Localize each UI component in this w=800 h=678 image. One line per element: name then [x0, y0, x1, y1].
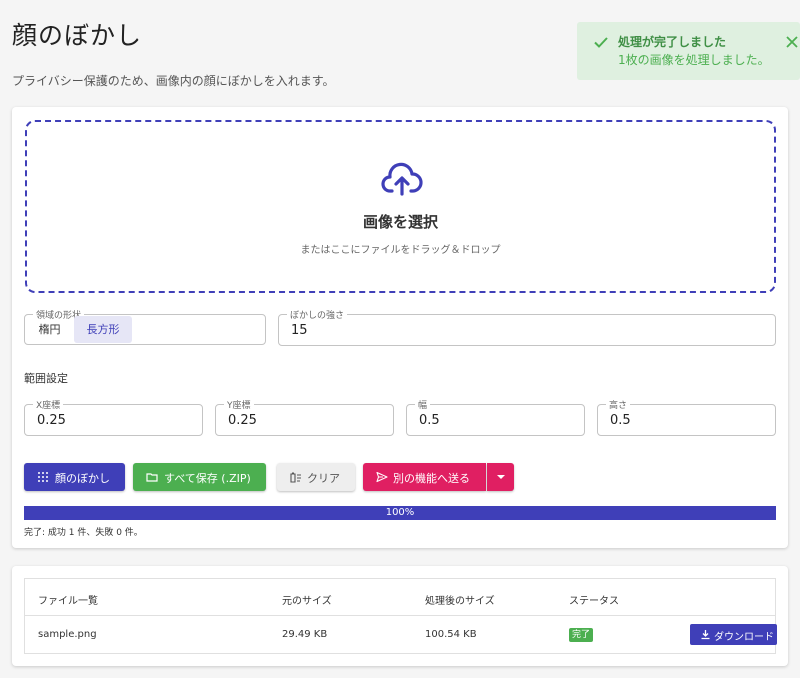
strength-label: ぼかしの強さ — [287, 308, 348, 321]
download-icon — [701, 630, 710, 640]
face-blur-button[interactable]: 顔のぼかし — [24, 463, 125, 491]
toast-title: 処理が完了しました — [618, 35, 727, 49]
row-file-name: sample.png — [38, 629, 97, 640]
settings-card: 画像を選択 またはここにファイルをドラッグ＆ドロップ 領域の形状 楕円 長方形 … — [12, 107, 788, 548]
row-original-size: 29.49 KB — [282, 629, 328, 640]
send-to-feature-label: 別の機能へ送る — [393, 472, 470, 485]
cloud-upload-icon — [381, 162, 423, 196]
upload-title: 画像を選択 — [362, 213, 438, 231]
width-input[interactable]: 幅 0.5 — [406, 398, 585, 436]
status-badge: 完了 — [569, 628, 594, 642]
x-coordinate-input[interactable]: X座標 0.25 — [24, 398, 203, 436]
progress-bar: 100% — [24, 506, 776, 520]
save-all-zip-label: すべて保存 (.ZIP) — [164, 472, 251, 485]
upload-hint: またはここにファイルをドラッグ＆ドロップ — [300, 245, 501, 256]
x-coordinate-value: 0.25 — [37, 413, 66, 428]
chevron-down-icon — [497, 475, 505, 479]
range-settings-label: 範囲設定 — [24, 372, 68, 385]
height-input[interactable]: 高さ 0.5 — [597, 398, 776, 436]
height-label: 高さ — [606, 398, 631, 411]
blur-grid-icon — [38, 472, 48, 482]
header-file-list: ファイル一覧 — [38, 596, 98, 607]
send-options-dropdown[interactable] — [487, 463, 514, 491]
header-processed-size: 処理後のサイズ — [425, 596, 495, 607]
download-button-label: ダウンロード — [714, 632, 774, 643]
progress-text: 100% — [385, 507, 415, 518]
send-to-feature-button[interactable]: 別の機能へ送る — [363, 463, 486, 491]
results-card: ファイル一覧 元のサイズ 処理後のサイズ ステータス sample.png 29… — [12, 566, 788, 666]
shape-option-rectangle[interactable]: 長方形 — [74, 316, 132, 343]
strength-value: 15 — [291, 323, 308, 338]
table-divider — [25, 615, 775, 616]
shape-selector: 領域の形状 楕円 長方形 — [24, 308, 266, 345]
y-coordinate-input[interactable]: Y座標 0.25 — [215, 398, 394, 436]
toast-message: 1枚の画像を処理しました。 — [618, 53, 770, 67]
y-coordinate-label: Y座標 — [224, 398, 254, 411]
check-icon — [594, 37, 608, 48]
page-subtitle: プライバシー保護のため、画像内の顔にぼかしを入れます。 — [12, 74, 335, 88]
clear-button[interactable]: クリア — [277, 463, 355, 491]
download-button[interactable]: ダウンロード — [690, 624, 777, 645]
folder-icon — [146, 473, 158, 482]
header-original-size: 元のサイズ — [282, 596, 332, 607]
shape-option-ellipse[interactable]: 楕円 — [26, 316, 73, 343]
face-blur-button-label: 顔のぼかし — [55, 472, 110, 485]
row-processed-size: 100.54 KB — [425, 629, 477, 640]
y-coordinate-value: 0.25 — [228, 413, 257, 428]
x-coordinate-label: X座標 — [33, 398, 64, 411]
page-title: 顔のぼかし — [12, 21, 143, 50]
blur-strength-input[interactable]: ぼかしの強さ 15 — [278, 308, 776, 346]
width-value: 0.5 — [419, 413, 440, 428]
close-icon[interactable] — [784, 34, 800, 50]
file-table: ファイル一覧 元のサイズ 処理後のサイズ ステータス sample.png 29… — [24, 578, 777, 654]
upload-dropzone[interactable]: 画像を選択 またはここにファイルをドラッグ＆ドロップ — [25, 120, 776, 293]
clear-button-label: クリア — [307, 472, 340, 485]
save-all-zip-button[interactable]: すべて保存 (.ZIP) — [133, 463, 266, 491]
width-label: 幅 — [415, 398, 431, 411]
send-icon — [376, 471, 388, 483]
success-toast: 処理が完了しました 1枚の画像を処理しました。 — [577, 22, 800, 80]
height-value: 0.5 — [610, 413, 631, 428]
header-status: ステータス — [569, 596, 619, 607]
processing-status: 完了: 成功 1 件、失敗 0 件。 — [24, 528, 143, 538]
clear-list-icon — [290, 472, 301, 483]
